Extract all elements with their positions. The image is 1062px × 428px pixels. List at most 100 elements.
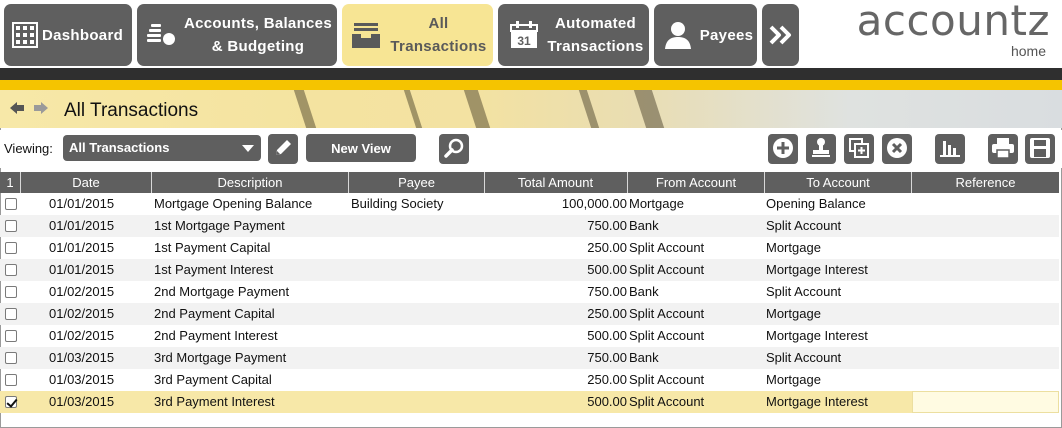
date-cell[interactable]: 01/01/2015 bbox=[21, 193, 152, 215]
forward-arrow-icon[interactable] bbox=[33, 101, 49, 118]
description-cell[interactable]: 2nd Mortgage Payment bbox=[152, 281, 349, 303]
amount-cell[interactable]: 500.00 bbox=[485, 325, 628, 347]
reference-cell[interactable] bbox=[912, 391, 1059, 413]
to-account-cell[interactable]: Opening Balance bbox=[765, 193, 912, 215]
to-account-cell[interactable]: Split Account bbox=[765, 215, 912, 237]
row-checkbox[interactable] bbox=[4, 220, 17, 232]
date-cell[interactable]: 01/03/2015 bbox=[21, 369, 152, 391]
description-cell[interactable]: 2nd Payment Capital bbox=[152, 303, 349, 325]
table-row[interactable]: 01/03/2015 3rd Payment Capital 250.00 Split… bbox=[0, 369, 1059, 391]
column-header-total-amount[interactable]: Total Amount bbox=[485, 172, 628, 193]
column-header-select[interactable]: 1 bbox=[0, 172, 21, 193]
description-cell[interactable]: 3rd Mortgage Payment bbox=[152, 347, 349, 369]
row-checkbox-cell[interactable] bbox=[0, 391, 21, 413]
date-cell[interactable]: 01/02/2015 bbox=[21, 303, 152, 325]
duplicate-button[interactable] bbox=[844, 134, 874, 164]
to-account-cell[interactable]: Mortgage bbox=[765, 369, 912, 391]
amount-cell[interactable]: 100,000.00 bbox=[485, 193, 628, 215]
date-cell[interactable]: 01/01/2015 bbox=[21, 259, 152, 281]
payee-cell[interactable] bbox=[349, 259, 485, 281]
nav-accounts-button[interactable]: Accounts, Balances & Budgeting bbox=[137, 4, 337, 66]
reference-cell[interactable] bbox=[912, 325, 1059, 347]
reference-cell[interactable] bbox=[912, 237, 1059, 259]
from-account-cell[interactable]: Split Account bbox=[628, 369, 765, 391]
to-account-cell[interactable]: Mortgage Interest bbox=[765, 325, 912, 347]
new-view-button[interactable]: New View bbox=[306, 134, 416, 162]
delete-button[interactable] bbox=[882, 134, 912, 164]
column-header-reference[interactable]: Reference bbox=[912, 172, 1059, 193]
from-account-cell[interactable]: Split Account bbox=[628, 237, 765, 259]
back-arrow-icon[interactable] bbox=[9, 101, 25, 118]
column-header-date[interactable]: Date bbox=[21, 172, 152, 193]
from-account-cell[interactable]: Bank bbox=[628, 347, 765, 369]
stamp-button[interactable] bbox=[806, 134, 836, 164]
date-cell[interactable]: 01/03/2015 bbox=[21, 347, 152, 369]
reference-cell[interactable] bbox=[912, 369, 1059, 391]
table-row[interactable]: 01/03/2015 3rd Payment Interest 500.00 Spli… bbox=[0, 391, 1059, 413]
payee-cell[interactable] bbox=[349, 281, 485, 303]
amount-cell[interactable]: 250.00 bbox=[485, 369, 628, 391]
column-header-from-account[interactable]: From Account bbox=[628, 172, 765, 193]
view-select[interactable]: All Transactions bbox=[63, 135, 261, 161]
amount-cell[interactable]: 750.00 bbox=[485, 347, 628, 369]
nav-dashboard-button[interactable]: Dashboard bbox=[4, 4, 132, 66]
date-cell[interactable]: 01/03/2015 bbox=[21, 391, 152, 413]
description-cell[interactable]: 1st Payment Interest bbox=[152, 259, 349, 281]
description-cell[interactable]: 2nd Payment Interest bbox=[152, 325, 349, 347]
reference-cell[interactable] bbox=[912, 193, 1059, 215]
row-checkbox-cell[interactable] bbox=[0, 347, 21, 369]
add-transaction-button[interactable] bbox=[768, 134, 798, 164]
date-cell[interactable]: 01/02/2015 bbox=[21, 281, 152, 303]
nav-payees-button[interactable]: Payees bbox=[654, 4, 757, 66]
row-checkbox-cell[interactable] bbox=[0, 259, 21, 281]
payee-cell[interactable] bbox=[349, 303, 485, 325]
nav-all-transactions-button[interactable]: All Transactions bbox=[342, 4, 493, 66]
from-account-cell[interactable]: Split Account bbox=[628, 325, 765, 347]
row-checkbox-cell[interactable] bbox=[0, 237, 21, 259]
reference-cell[interactable] bbox=[912, 281, 1059, 303]
search-button[interactable] bbox=[439, 134, 469, 164]
amount-cell[interactable]: 750.00 bbox=[485, 281, 628, 303]
from-account-cell[interactable]: Bank bbox=[628, 215, 765, 237]
save-button[interactable] bbox=[1025, 134, 1055, 164]
amount-cell[interactable]: 500.00 bbox=[485, 391, 628, 413]
table-row[interactable]: 01/02/2015 2nd Payment Capital 250.00 Split… bbox=[0, 303, 1059, 325]
table-row[interactable]: 01/01/2015 1st Payment Interest 500.00 Spli… bbox=[0, 259, 1059, 281]
table-row[interactable]: 01/01/2015 1st Payment Capital 250.00 Split… bbox=[0, 237, 1059, 259]
payee-cell[interactable] bbox=[349, 369, 485, 391]
from-account-cell[interactable]: Split Account bbox=[628, 259, 765, 281]
to-account-cell[interactable]: Split Account bbox=[765, 347, 912, 369]
date-cell[interactable]: 01/02/2015 bbox=[21, 325, 152, 347]
column-header-description[interactable]: Description bbox=[152, 172, 349, 193]
to-account-cell[interactable]: Mortgage bbox=[765, 237, 912, 259]
to-account-cell[interactable]: Split Account bbox=[765, 281, 912, 303]
amount-cell[interactable]: 750.00 bbox=[485, 215, 628, 237]
to-account-cell[interactable]: Mortgage bbox=[765, 303, 912, 325]
column-header-payee[interactable]: Payee bbox=[349, 172, 485, 193]
to-account-cell[interactable]: Mortgage Interest bbox=[765, 259, 912, 281]
from-account-cell[interactable]: Mortgage bbox=[628, 193, 765, 215]
row-checkbox[interactable] bbox=[4, 374, 17, 386]
reference-cell[interactable] bbox=[912, 303, 1059, 325]
column-header-to-account[interactable]: To Account bbox=[765, 172, 912, 193]
payee-cell[interactable] bbox=[349, 347, 485, 369]
from-account-cell[interactable]: Split Account bbox=[628, 391, 765, 413]
amount-cell[interactable]: 500.00 bbox=[485, 259, 628, 281]
table-row[interactable]: 01/03/2015 3rd Mortgage Payment 750.00 Bank… bbox=[0, 347, 1059, 369]
row-checkbox[interactable] bbox=[4, 396, 17, 408]
payee-cell[interactable] bbox=[349, 325, 485, 347]
row-checkbox[interactable] bbox=[4, 308, 17, 320]
description-cell[interactable]: 3rd Payment Interest bbox=[152, 391, 349, 413]
table-row[interactable]: 01/02/2015 2nd Payment Interest 500.00 Spli… bbox=[0, 325, 1059, 347]
row-checkbox-cell[interactable] bbox=[0, 215, 21, 237]
amount-cell[interactable]: 250.00 bbox=[485, 303, 628, 325]
print-button[interactable] bbox=[988, 134, 1018, 164]
row-checkbox[interactable] bbox=[4, 242, 17, 254]
row-checkbox-cell[interactable] bbox=[0, 303, 21, 325]
report-button[interactable] bbox=[935, 134, 965, 164]
row-checkbox[interactable] bbox=[4, 264, 17, 276]
table-row[interactable]: 01/02/2015 2nd Mortgage Payment 750.00 Bank… bbox=[0, 281, 1059, 303]
row-checkbox-cell[interactable] bbox=[0, 281, 21, 303]
from-account-cell[interactable]: Split Account bbox=[628, 303, 765, 325]
row-checkbox[interactable] bbox=[4, 286, 17, 298]
